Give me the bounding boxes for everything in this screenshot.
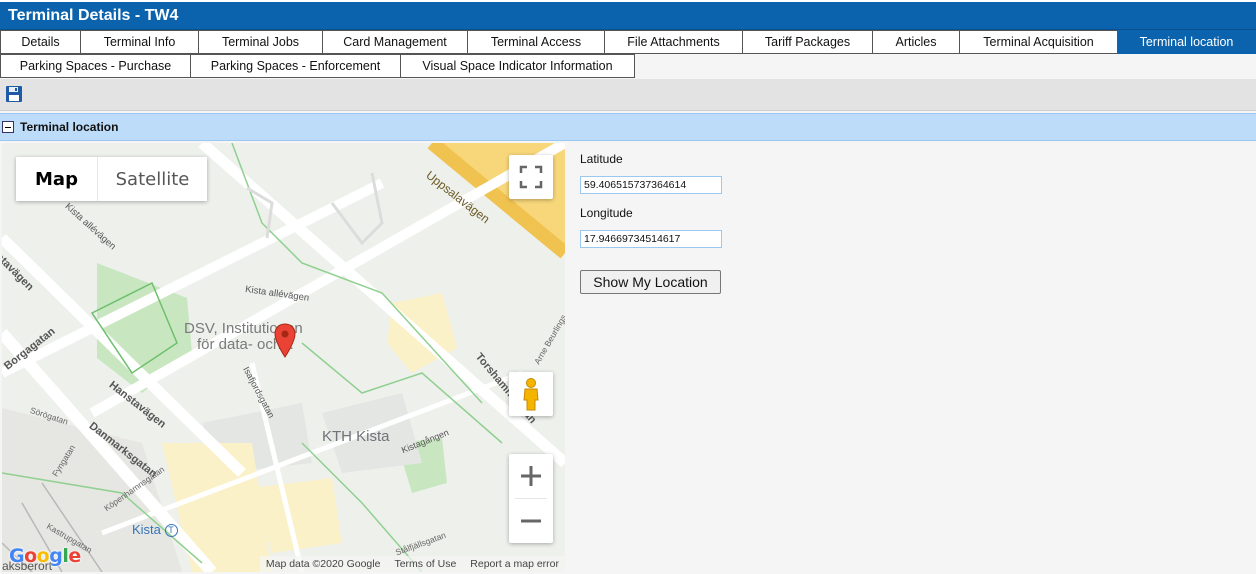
tab-terminal-info[interactable]: Terminal Info <box>81 30 199 54</box>
section-title: Terminal location <box>20 120 119 134</box>
zoom-in-button[interactable] <box>509 454 553 498</box>
tab-parking-spaces-enforcement[interactable]: Parking Spaces - Enforcement <box>191 54 401 78</box>
tab-visual-space-indicator[interactable]: Visual Space Indicator Information <box>401 54 635 78</box>
tab-terminal-location[interactable]: Terminal location <box>1118 30 1256 54</box>
place-label-kista-station: Kista T <box>132 522 178 538</box>
metro-icon: T <box>164 524 178 538</box>
longitude-field[interactable] <box>580 230 722 248</box>
window-title: Terminal Details - TW4 <box>0 0 1256 30</box>
minus-icon <box>521 519 541 523</box>
plus-icon <box>521 466 541 486</box>
fullscreen-icon <box>519 165 543 189</box>
zoom-control <box>509 454 553 543</box>
tab-file-attachments[interactable]: File Attachments <box>605 30 743 54</box>
street-view-button[interactable] <box>509 372 553 416</box>
terms-of-use-link[interactable]: Terms of Use <box>394 558 456 570</box>
location-marker-icon[interactable] <box>274 323 296 359</box>
map-type-control: Map Satellite <box>16 157 207 201</box>
toolbar <box>0 79 1256 111</box>
tab-tariff-packages[interactable]: Tariff Packages <box>743 30 873 54</box>
tab-row-primary: Details Terminal Info Terminal Jobs Card… <box>0 30 1256 54</box>
tab-details[interactable]: Details <box>0 30 81 54</box>
floppy-disk-icon[interactable] <box>5 85 23 103</box>
map-type-map-button[interactable]: Map <box>16 157 97 201</box>
zoom-out-button[interactable] <box>509 499 553 543</box>
tab-terminal-acquisition[interactable]: Terminal Acquisition <box>960 30 1118 54</box>
google-logo: Google <box>9 545 81 567</box>
fullscreen-button[interactable] <box>509 155 553 199</box>
latitude-field[interactable] <box>580 176 722 194</box>
tab-terminal-access[interactable]: Terminal Access <box>468 30 605 54</box>
tab-row-secondary: Parking Spaces - Purchase Parking Spaces… <box>0 54 635 78</box>
latitude-label: Latitude <box>580 152 623 166</box>
section-header: Terminal location <box>0 113 1256 141</box>
report-map-error-link[interactable]: Report a map error <box>470 558 559 570</box>
map-type-satellite-button[interactable]: Satellite <box>97 157 207 201</box>
place-label-kth-kista: KTH Kista <box>322 428 390 445</box>
show-my-location-button[interactable]: Show My Location <box>580 270 721 294</box>
tab-articles[interactable]: Articles <box>873 30 960 54</box>
pegman-icon <box>523 378 539 411</box>
map-data-attribution: Map data ©2020 Google <box>265 558 381 570</box>
tab-terminal-jobs[interactable]: Terminal Jobs <box>199 30 323 54</box>
minus-box-icon[interactable] <box>2 121 14 133</box>
map-view[interactable]: Uppsalavägen Kista allévägen Kista allév… <box>2 143 565 572</box>
tab-parking-spaces-purchase[interactable]: Parking Spaces - Purchase <box>0 54 191 78</box>
map-footer: Map data ©2020 Google Terms of Use Repor… <box>259 556 565 572</box>
tab-card-management[interactable]: Card Management <box>323 30 468 54</box>
longitude-label: Longitude <box>580 206 633 220</box>
